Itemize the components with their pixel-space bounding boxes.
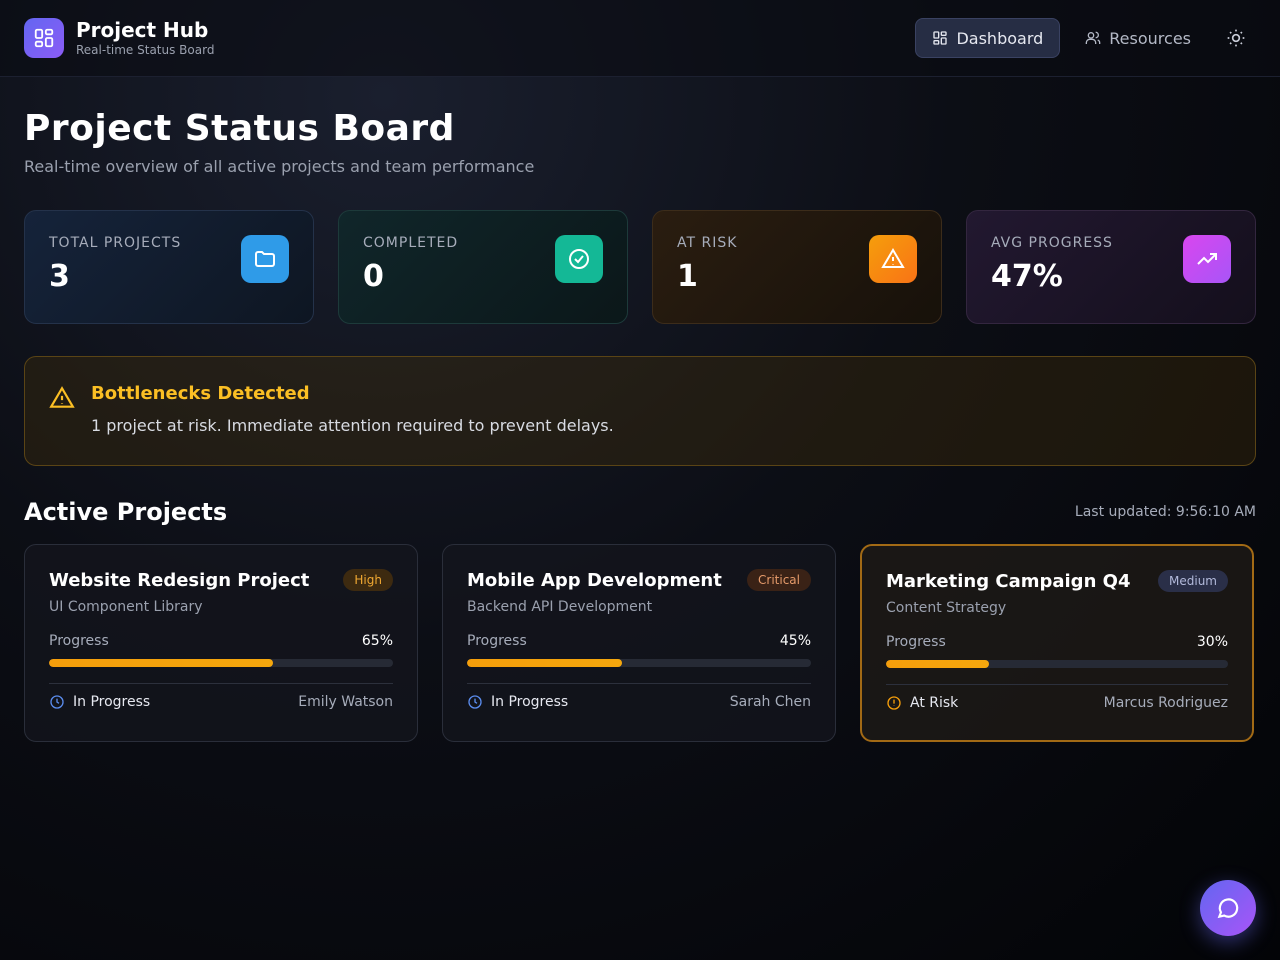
- progress-bar: [886, 660, 1228, 668]
- project-task: Content Strategy: [886, 600, 1007, 616]
- project-card[interactable]: Marketing Campaign Q4 Medium Content Str…: [860, 544, 1254, 742]
- project-status: In Progress: [467, 694, 568, 710]
- brand[interactable]: Project Hub Real-time Status Board: [24, 18, 214, 58]
- project-owner: Sarah Chen: [729, 694, 811, 710]
- grid-icon: [933, 31, 948, 45]
- project-task: Backend API Development: [467, 599, 653, 615]
- progress-label: Progress: [886, 634, 946, 650]
- progress-fill: [467, 659, 622, 667]
- section-title: Active Projects: [24, 498, 228, 526]
- nav-dashboard-button[interactable]: Dashboard: [915, 18, 1061, 58]
- status-label: In Progress: [73, 694, 151, 710]
- project-owner: Marcus Rodriguez: [1103, 695, 1228, 711]
- project-card[interactable]: Mobile App Development Critical Backend …: [442, 544, 836, 742]
- chat-bubble-icon: [1217, 898, 1239, 919]
- projects-header: Active Projects Last updated: 9:56:10 AM: [24, 498, 1256, 526]
- alert-title: Bottlenecks Detected: [91, 383, 310, 404]
- progress-label: Progress: [49, 633, 109, 649]
- nav-dashboard-label: Dashboard: [956, 28, 1044, 48]
- progress-fill: [49, 659, 273, 667]
- progress-bar: [49, 659, 393, 667]
- status-label: At Risk: [910, 695, 959, 711]
- app-title: Project Hub: [76, 18, 209, 42]
- status-label: In Progress: [491, 694, 569, 710]
- chat-button[interactable]: [1200, 880, 1256, 936]
- project-cards: Website Redesign Project High UI Compone…: [24, 544, 1256, 742]
- page-title: Project Status Board: [24, 108, 455, 149]
- project-title: Website Redesign Project: [49, 569, 310, 591]
- folder-icon: [241, 235, 289, 283]
- progress-value: 45%: [779, 633, 811, 649]
- priority-badge: Critical: [747, 569, 811, 591]
- project-task: UI Component Library: [49, 599, 203, 615]
- app-subtitle: Real-time Status Board: [76, 43, 215, 57]
- stats-row: TOTAL PROJECTS 3 COMPLETED 0 AT RISK 1 A…: [24, 210, 1256, 324]
- project-title: Marketing Campaign Q4: [886, 570, 1131, 592]
- check-circle-icon: [555, 235, 603, 283]
- sun-icon: [1227, 29, 1245, 47]
- stat-card-avg-progress[interactable]: AVG PROGRESS 47%: [966, 210, 1256, 324]
- warning-icon: [869, 235, 917, 283]
- progress-label: Progress: [467, 633, 527, 649]
- alert-circle-icon: [887, 696, 901, 710]
- project-title: Mobile App Development: [467, 569, 722, 591]
- project-owner: Emily Watson: [298, 694, 393, 710]
- project-status: At Risk: [886, 695, 958, 711]
- top-bar: Project Hub Real-time Status Board Dashb…: [0, 0, 1280, 77]
- trending-up-icon: [1183, 235, 1231, 283]
- nav-resources-button[interactable]: Resources: [1068, 18, 1208, 58]
- stat-card-completed[interactable]: COMPLETED 0: [338, 210, 628, 324]
- main-nav: Dashboard Resources: [915, 18, 1256, 58]
- project-card[interactable]: Website Redesign Project High UI Compone…: [24, 544, 418, 742]
- progress-bar: [467, 659, 811, 667]
- progress-value: 65%: [361, 633, 393, 649]
- progress-value: 30%: [1196, 634, 1228, 650]
- users-icon: [1085, 31, 1101, 44]
- last-updated: Last updated: 9:56:10 AM: [1074, 504, 1256, 520]
- project-status: In Progress: [49, 694, 150, 710]
- page-subtitle: Real-time overview of all active project…: [24, 157, 535, 176]
- warning-icon: [49, 386, 75, 408]
- stat-card-at-risk[interactable]: AT RISK 1: [652, 210, 942, 324]
- nav-resources-label: Resources: [1109, 28, 1191, 48]
- stat-card-total-projects[interactable]: TOTAL PROJECTS 3: [24, 210, 314, 324]
- app-logo-icon: [24, 18, 64, 58]
- main-content: Project Status Board Real-time overview …: [0, 77, 1280, 742]
- theme-toggle-button[interactable]: [1216, 18, 1256, 58]
- progress-fill: [886, 660, 989, 668]
- clock-icon: [50, 695, 64, 709]
- alert-message: 1 project at risk. Immediate attention r…: [91, 416, 614, 435]
- bottleneck-alert: Bottlenecks Detected 1 project at risk. …: [24, 356, 1256, 466]
- clock-icon: [468, 695, 482, 709]
- priority-badge: High: [343, 569, 393, 591]
- priority-badge: Medium: [1158, 570, 1228, 592]
